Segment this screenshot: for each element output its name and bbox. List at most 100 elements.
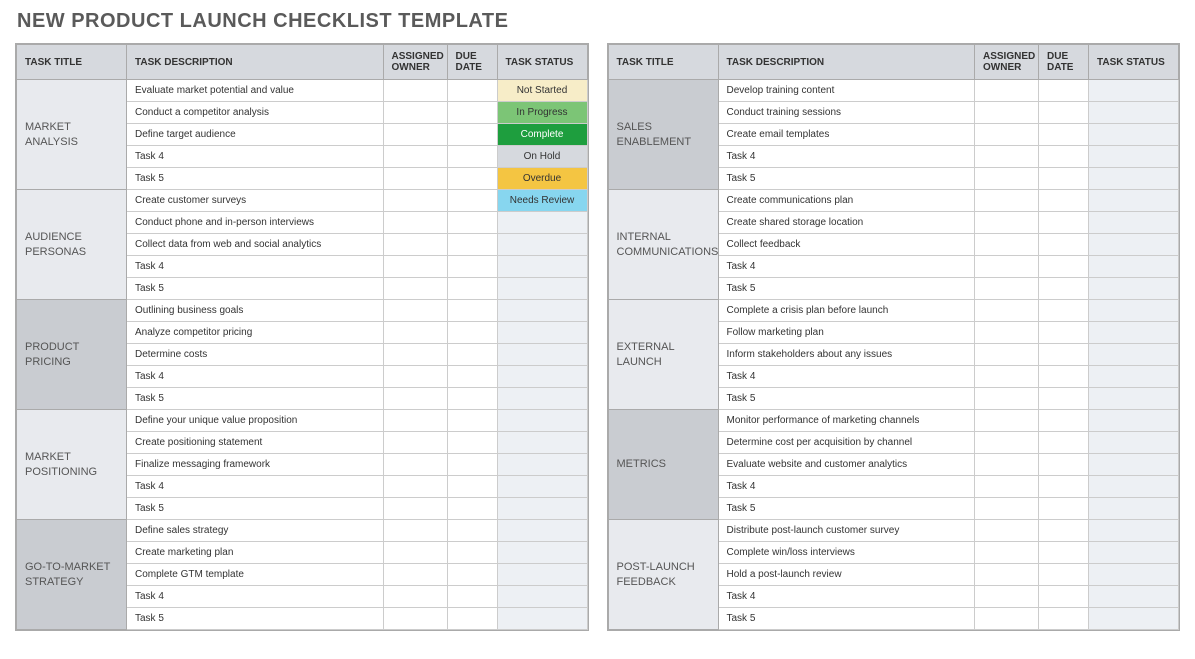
status-cell[interactable] (1089, 542, 1179, 564)
status-cell[interactable] (497, 344, 587, 366)
owner-cell[interactable] (975, 102, 1039, 124)
owner-cell[interactable] (975, 322, 1039, 344)
status-cell[interactable] (1089, 388, 1179, 410)
due-cell[interactable] (1039, 542, 1089, 564)
due-cell[interactable] (1039, 586, 1089, 608)
due-cell[interactable] (1039, 190, 1089, 212)
task-desc-cell[interactable]: Define your unique value proposition (127, 410, 384, 432)
status-cell[interactable] (497, 476, 587, 498)
status-cell[interactable]: Overdue (497, 168, 587, 190)
owner-cell[interactable] (383, 190, 447, 212)
task-desc-cell[interactable]: Task 5 (718, 608, 975, 630)
due-cell[interactable] (1039, 564, 1089, 586)
task-desc-cell[interactable]: Task 4 (127, 586, 384, 608)
task-desc-cell[interactable]: Create email templates (718, 124, 975, 146)
due-cell[interactable] (447, 520, 497, 542)
owner-cell[interactable] (975, 234, 1039, 256)
task-desc-cell[interactable]: Task 4 (127, 476, 384, 498)
owner-cell[interactable] (383, 366, 447, 388)
task-desc-cell[interactable]: Task 5 (718, 168, 975, 190)
task-desc-cell[interactable]: Collect data from web and social analyti… (127, 234, 384, 256)
due-cell[interactable] (447, 234, 497, 256)
due-cell[interactable] (1039, 168, 1089, 190)
status-cell[interactable] (1089, 146, 1179, 168)
task-desc-cell[interactable]: Create shared storage location (718, 212, 975, 234)
task-desc-cell[interactable]: Create marketing plan (127, 542, 384, 564)
due-cell[interactable] (447, 608, 497, 630)
task-desc-cell[interactable]: Complete win/loss interviews (718, 542, 975, 564)
due-cell[interactable] (447, 388, 497, 410)
task-desc-cell[interactable]: Develop training content (718, 80, 975, 102)
due-cell[interactable] (1039, 278, 1089, 300)
task-desc-cell[interactable]: Task 4 (127, 256, 384, 278)
due-cell[interactable] (1039, 256, 1089, 278)
due-cell[interactable] (447, 256, 497, 278)
status-cell[interactable] (1089, 586, 1179, 608)
status-cell[interactable] (1089, 498, 1179, 520)
due-cell[interactable] (1039, 388, 1089, 410)
task-desc-cell[interactable]: Task 5 (127, 498, 384, 520)
due-cell[interactable] (1039, 498, 1089, 520)
due-cell[interactable] (1039, 146, 1089, 168)
due-cell[interactable] (447, 168, 497, 190)
owner-cell[interactable] (975, 124, 1039, 146)
owner-cell[interactable] (383, 322, 447, 344)
owner-cell[interactable] (383, 102, 447, 124)
due-cell[interactable] (447, 454, 497, 476)
status-cell[interactable] (1089, 80, 1179, 102)
owner-cell[interactable] (975, 212, 1039, 234)
task-desc-cell[interactable]: Task 4 (718, 256, 975, 278)
task-desc-cell[interactable]: Determine costs (127, 344, 384, 366)
task-desc-cell[interactable]: Task 5 (127, 388, 384, 410)
owner-cell[interactable] (383, 586, 447, 608)
due-cell[interactable] (1039, 454, 1089, 476)
task-desc-cell[interactable]: Evaluate market potential and value (127, 80, 384, 102)
due-cell[interactable] (447, 542, 497, 564)
due-cell[interactable] (447, 124, 497, 146)
owner-cell[interactable] (383, 520, 447, 542)
owner-cell[interactable] (383, 454, 447, 476)
owner-cell[interactable] (975, 454, 1039, 476)
task-desc-cell[interactable]: Evaluate website and customer analytics (718, 454, 975, 476)
status-cell[interactable] (497, 410, 587, 432)
status-cell[interactable] (1089, 322, 1179, 344)
status-cell[interactable]: Not Started (497, 80, 587, 102)
status-cell[interactable] (497, 586, 587, 608)
status-cell[interactable] (1089, 432, 1179, 454)
status-cell[interactable] (1089, 278, 1179, 300)
owner-cell[interactable] (383, 498, 447, 520)
task-desc-cell[interactable]: Hold a post-launch review (718, 564, 975, 586)
due-cell[interactable] (447, 190, 497, 212)
due-cell[interactable] (1039, 212, 1089, 234)
due-cell[interactable] (1039, 102, 1089, 124)
owner-cell[interactable] (383, 256, 447, 278)
due-cell[interactable] (447, 498, 497, 520)
status-cell[interactable] (1089, 234, 1179, 256)
task-desc-cell[interactable]: Monitor performance of marketing channel… (718, 410, 975, 432)
due-cell[interactable] (447, 432, 497, 454)
status-cell[interactable]: On Hold (497, 146, 587, 168)
status-cell[interactable] (497, 322, 587, 344)
status-cell[interactable] (497, 212, 587, 234)
task-desc-cell[interactable]: Task 4 (127, 366, 384, 388)
due-cell[interactable] (447, 102, 497, 124)
status-cell[interactable] (497, 498, 587, 520)
task-desc-cell[interactable]: Conduct training sessions (718, 102, 975, 124)
task-desc-cell[interactable]: Task 4 (718, 476, 975, 498)
status-cell[interactable] (1089, 564, 1179, 586)
status-cell[interactable] (497, 256, 587, 278)
due-cell[interactable] (1039, 300, 1089, 322)
owner-cell[interactable] (383, 212, 447, 234)
status-cell[interactable] (1089, 212, 1179, 234)
task-desc-cell[interactable]: Complete a crisis plan before launch (718, 300, 975, 322)
status-cell[interactable] (497, 542, 587, 564)
due-cell[interactable] (447, 586, 497, 608)
owner-cell[interactable] (383, 124, 447, 146)
status-cell[interactable] (497, 432, 587, 454)
status-cell[interactable] (497, 520, 587, 542)
owner-cell[interactable] (383, 80, 447, 102)
status-cell[interactable] (1089, 124, 1179, 146)
owner-cell[interactable] (383, 278, 447, 300)
status-cell[interactable] (1089, 476, 1179, 498)
task-desc-cell[interactable]: Distribute post-launch customer survey (718, 520, 975, 542)
